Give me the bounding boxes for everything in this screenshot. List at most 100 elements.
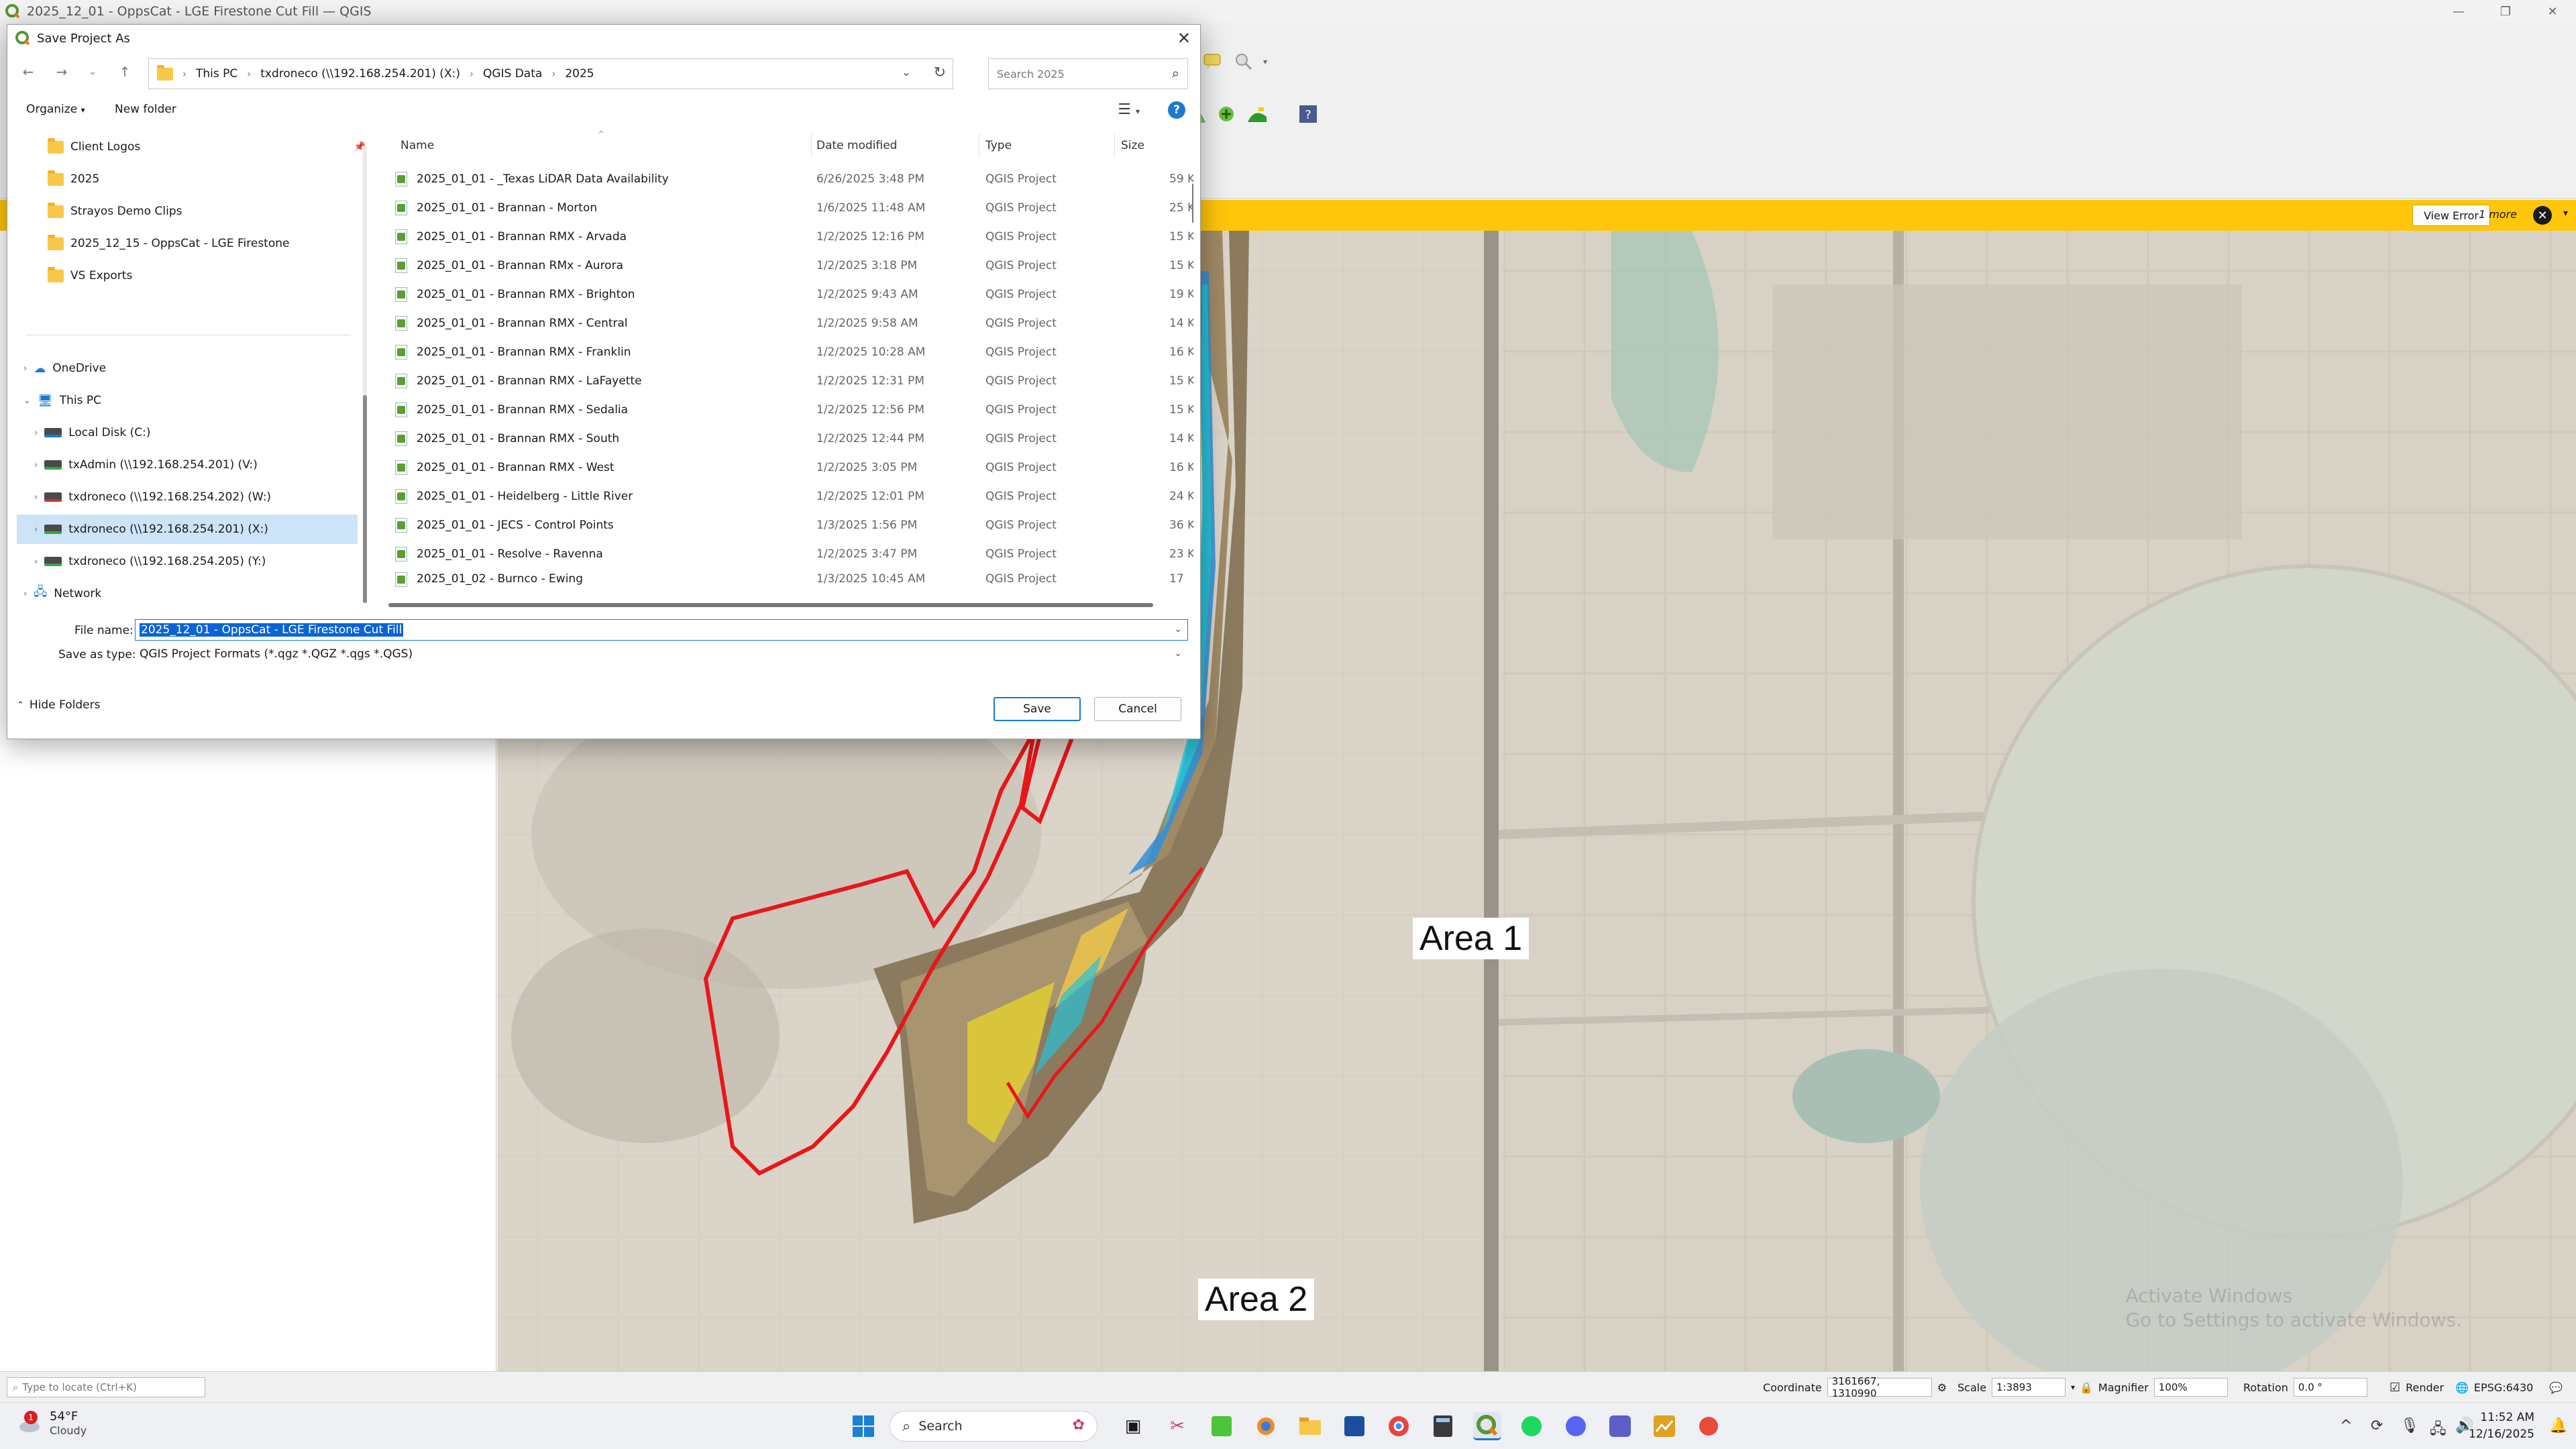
save-button[interactable]: Save <box>994 697 1081 721</box>
processing-icon[interactable] <box>1214 102 1238 126</box>
save-as-type-select[interactable]: QGIS Project Formats (*.qgz *.QGZ *.qgs … <box>135 643 1188 665</box>
scale-combo[interactable]: 1:3893 <box>1992 1378 2066 1397</box>
breadcrumb-qgis-data[interactable]: QGIS Data <box>483 67 542 80</box>
chevron-down-icon[interactable]: ▾ <box>2563 208 2568 219</box>
hide-folders-button[interactable]: ⌃ Hide Folders <box>17 698 100 712</box>
teams-icon[interactable] <box>1606 1412 1634 1440</box>
file-row[interactable]: 2025_01_01 - Brannan RMX - LaFayette 1/2/… <box>375 366 1193 395</box>
chevron-right-icon[interactable]: › <box>34 557 38 567</box>
minimize-icon[interactable]: — <box>2435 0 2482 23</box>
layer-style-icon[interactable] <box>1245 102 1269 126</box>
back-arrow-icon[interactable]: ← <box>18 64 38 80</box>
column-separator[interactable] <box>811 133 812 158</box>
nav-item-local-disk-c[interactable]: › Local Disk (C:) <box>34 418 150 447</box>
chevron-right-icon[interactable]: › <box>23 589 27 599</box>
chevron-right-icon[interactable]: › <box>34 460 38 470</box>
crs-button[interactable]: 🌐 EPSG:6430 <box>2455 1377 2533 1397</box>
chrome-icon[interactable] <box>1385 1412 1413 1440</box>
map-tips-icon[interactable] <box>1201 50 1225 74</box>
chevron-down-icon[interactable]: ⌄ <box>902 66 911 79</box>
column-separator[interactable] <box>1114 133 1115 158</box>
file-row[interactable]: 2025_01_01 - Brannan - Morton 1/6/2025 11… <box>375 193 1193 222</box>
lock-icon[interactable]: 🔒 <box>2080 1381 2093 1394</box>
file-row[interactable]: 2025_01_01 - _Texas LiDAR Data Availabil… <box>375 164 1193 193</box>
view-options-icon[interactable]: ☰ ▾ <box>1118 101 1140 118</box>
help-icon[interactable]: ? <box>1296 102 1320 126</box>
recent-locations-icon[interactable]: ⌄ <box>83 66 103 77</box>
file-row[interactable]: 2025_01_01 - Heidelberg - Little River 1/… <box>375 482 1193 511</box>
chevron-down-icon[interactable]: ▾ <box>1253 50 1277 74</box>
column-date[interactable]: Date modified <box>816 139 897 152</box>
breadcrumb-drive-x[interactable]: txdroneco (\\192.168.254.201) (X:) <box>260 67 460 80</box>
column-type[interactable]: Type <box>985 139 1012 152</box>
nav-pane-scrollbar[interactable] <box>363 146 367 603</box>
nav-item-2025[interactable]: 2025 <box>48 164 99 194</box>
refresh-icon[interactable]: ↻ <box>934 64 946 81</box>
coordinate-field[interactable]: 3161667, 1310990 <box>1827 1375 1932 1399</box>
cancel-button[interactable]: Cancel <box>1094 697 1181 721</box>
discord-icon[interactable] <box>1562 1412 1590 1440</box>
file-row[interactable]: 2025_01_01 - Resolve - Ravenna 1/2/2025 3… <box>375 539 1193 568</box>
windows-start-icon[interactable] <box>849 1412 877 1440</box>
qgis-taskbar-icon[interactable] <box>1473 1412 1501 1440</box>
new-folder-button[interactable]: New folder <box>115 103 176 116</box>
store-icon[interactable] <box>1340 1412 1368 1440</box>
chevron-right-icon[interactable]: › <box>34 428 38 438</box>
nav-item-vs-exports[interactable]: VS Exports <box>48 261 132 290</box>
chevron-down-icon[interactable]: ⌄ <box>23 396 31 406</box>
calculator-icon[interactable] <box>1429 1412 1457 1440</box>
more-messages-label[interactable]: 1 more <box>2479 208 2517 221</box>
checkbox-icon[interactable]: ☑ <box>2390 1381 2400 1395</box>
chart-app-icon[interactable] <box>1650 1412 1678 1440</box>
file-row[interactable]: 2025_01_01 - Brannan RMX - Central 1/2/20… <box>375 309 1193 337</box>
file-row[interactable]: 2025_01_01 - JECS - Control Points 1/3/20… <box>375 511 1193 539</box>
file-row[interactable]: 2025_01_01 - Brannan RMx - Aurora 1/2/202… <box>375 251 1193 280</box>
nav-item-this-pc[interactable]: ⌄ 🖥 This PC <box>23 386 101 415</box>
nav-item-client-logos[interactable]: Client Logos 📌 <box>48 132 366 162</box>
nav-item-drive-w[interactable]: › txdroneco (\\192.168.254.202) (W:) <box>34 482 271 512</box>
clock[interactable]: 11:52 AM 12/16/2025 <box>2469 1409 2534 1443</box>
excel-icon[interactable] <box>1208 1412 1236 1440</box>
network-icon[interactable]: 🖧 <box>2430 1417 2447 1443</box>
vertical-scrollbar[interactable] <box>1192 183 1193 223</box>
restore-icon[interactable]: ❐ <box>2482 0 2529 23</box>
nav-item-oppscat-lge-firestone[interactable]: 2025_12_15 - OppsCat - LGE Firestone <box>48 229 289 258</box>
file-explorer-icon[interactable] <box>1296 1412 1324 1440</box>
forward-arrow-icon[interactable]: → <box>52 64 72 80</box>
nav-item-onedrive[interactable]: › ☁ OneDrive <box>23 354 106 383</box>
toggle-extents-icon[interactable]: ⚙ <box>1937 1381 1947 1394</box>
app-icon[interactable] <box>1695 1412 1723 1440</box>
notifications-icon[interactable]: 🔔 <box>2549 1417 2567 1434</box>
column-size[interactable]: Size <box>1121 139 1144 152</box>
file-row[interactable]: 2025_01_01 - Brannan RMX - Sedalia 1/2/20… <box>375 395 1193 424</box>
nav-item-drive-x[interactable]: › txdroneco (\\192.168.254.201) (X:) <box>17 515 358 544</box>
chevron-right-icon[interactable]: › <box>23 364 27 374</box>
chevron-right-icon[interactable]: › <box>34 525 38 535</box>
microphone-icon[interactable]: 🎙 <box>2400 1417 2419 1434</box>
address-bar[interactable]: › This PC › txdroneco (\\192.168.254.201… <box>148 58 953 89</box>
folder-search-input[interactable]: Search 2025 ⌕ <box>988 58 1188 89</box>
file-row[interactable]: 2025_01_01 - Brannan RMX - Franklin 1/2/2… <box>375 337 1193 366</box>
render-toggle[interactable]: ☑ Render <box>2390 1377 2444 1397</box>
nav-item-strayos-demo-clips[interactable]: Strayos Demo Clips <box>48 197 182 226</box>
chevron-down-icon[interactable]: ▾ <box>2071 1383 2075 1392</box>
file-row[interactable]: 2025_01_02 - Burnco - Ewing 1/3/2025 10:4… <box>375 568 1184 588</box>
nav-item-drive-y[interactable]: › txdroneco (\\192.168.254.205) (Y:) <box>34 547 266 576</box>
file-row[interactable]: 2025_01_01 - Brannan RMX - South 1/2/2025… <box>375 424 1193 453</box>
locator-input[interactable]: ⌕ Type to locate (Ctrl+K) <box>7 1377 205 1397</box>
file-row[interactable]: 2025_01_01 - Brannan RMX - West 1/2/2025 … <box>375 453 1193 482</box>
taskbar-search[interactable]: ⌕ Search ✿ <box>890 1411 1097 1442</box>
chevron-right-icon[interactable]: › <box>34 492 38 502</box>
weather-widget[interactable]: 1 54°F Cloudy <box>16 1409 87 1438</box>
scrollbar-thumb[interactable] <box>363 395 367 603</box>
search-features-icon[interactable] <box>1232 50 1256 74</box>
close-icon[interactable]: ✕ <box>2529 0 2576 23</box>
sync-icon[interactable]: ⟳ <box>2371 1417 2383 1434</box>
file-name-input[interactable]: 2025_12_01 - OppsCat - LGE Firestone Cut… <box>135 619 1188 641</box>
messages-icon[interactable]: 💬 <box>2549 1377 2563 1397</box>
nav-item-network[interactable]: › 🖧 Network <box>23 579 101 608</box>
file-row[interactable]: 2025_01_01 - Brannan RMX - Brighton 1/2/2… <box>375 280 1193 309</box>
magnifier-spinbox[interactable]: 100% <box>2153 1378 2228 1397</box>
spotify-icon[interactable] <box>1517 1412 1546 1440</box>
close-icon[interactable]: ✕ <box>1177 29 1191 48</box>
